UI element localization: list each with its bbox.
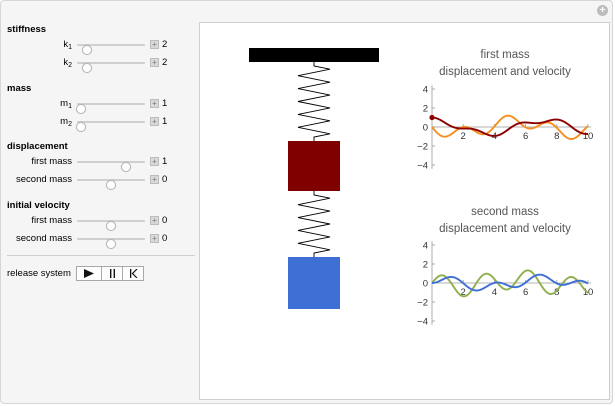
manipulate-panel: + stiffness k1 + 2 k2 + 2 mass m1 + 1 m2… [0, 0, 613, 404]
plot2-title-line1: second mass [471, 206, 539, 218]
velocity-first-control: first mass + 0 [1, 214, 199, 231]
spring-2 [297, 191, 331, 257]
y-tick-label: −4 [417, 317, 428, 328]
m1-value: 1 [162, 98, 168, 109]
k1-value: 2 [162, 39, 168, 50]
plot2-title-line2: displacement and velocity [439, 223, 571, 235]
mass-title: mass [7, 83, 32, 94]
k2-label: k2 [63, 57, 72, 69]
y-tick-label: 4 [423, 241, 428, 252]
velocity-first-expand-icon[interactable]: + [150, 216, 159, 225]
y-tick-label: −2 [417, 298, 428, 309]
velocity-second-slider-thumb[interactable] [106, 239, 116, 249]
displacement-first-expand-icon[interactable]: + [150, 157, 159, 166]
m2-slider[interactable] [76, 121, 145, 132]
first-mass-block [288, 141, 340, 191]
velocity-second-value: 0 [162, 233, 168, 244]
m1-expand-icon[interactable]: + [150, 99, 159, 108]
m2-control: m2 + 1 [1, 115, 199, 132]
divider [7, 255, 195, 256]
velocity-first-slider-thumb[interactable] [106, 221, 116, 231]
m2-slider-thumb[interactable] [76, 122, 87, 132]
x-tick-label: 2 [461, 131, 466, 142]
velocity-first-value: 0 [162, 215, 168, 226]
displacement-second-value: 0 [162, 174, 168, 185]
k1-label: k1 [63, 39, 72, 51]
velocity-first-slider[interactable] [77, 220, 145, 231]
m1-slider[interactable] [76, 103, 145, 114]
displacement-second-slider[interactable] [77, 179, 145, 190]
controls-panel: stiffness k1 + 2 k2 + 2 mass m1 + 1 m2 +… [1, 1, 199, 405]
second-mass-block [288, 257, 340, 309]
expand-icon[interactable]: + [597, 5, 608, 16]
scene-svg: first mass displacement and velocity 4 2 0… [249, 48, 593, 328]
m1-slider-thumb[interactable] [76, 104, 87, 114]
displacement-title: displacement [7, 141, 68, 152]
y-tick-label: 0 [423, 279, 428, 290]
y-tick-label: 2 [423, 104, 428, 115]
x-tick-label: 6 [523, 131, 528, 142]
displacement-second-control: second mass + 0 [1, 173, 199, 190]
spring-1 [297, 62, 331, 141]
k2-control: k2 + 2 [1, 56, 199, 73]
plot1-title-line2: displacement and velocity [439, 66, 571, 78]
velocity-first-label: first mass [31, 215, 72, 226]
displacement-second-slider-thumb[interactable] [106, 180, 116, 190]
plot1: 420−2−42 4 6 8 10 [417, 85, 593, 172]
y-tick-label: 4 [423, 85, 428, 96]
m2-label: m2 [60, 116, 72, 128]
initial-velocity-title: initial velocity [7, 200, 70, 211]
displacement-first-value: 1 [162, 156, 168, 167]
play-icon [84, 269, 94, 278]
velocity-second-control: second mass + 0 [1, 232, 199, 249]
y-tick-label: −2 [417, 142, 428, 153]
stiffness-title: stiffness [7, 24, 47, 35]
x-tick-label: 6 [523, 287, 528, 298]
plot1-title-line1: first mass [480, 49, 529, 61]
step-back-icon [129, 269, 137, 278]
pause-icon [109, 269, 115, 278]
x-tick-label: 10 [583, 131, 594, 142]
velocity-second-label: second mass [16, 233, 72, 244]
displacement-first-slider[interactable] [77, 161, 145, 172]
k1-expand-icon[interactable]: + [150, 40, 159, 49]
x-tick-label: 8 [554, 131, 559, 142]
output-canvas: first mass displacement and velocity 4 2 0… [199, 22, 610, 400]
ceiling-support [249, 48, 379, 62]
velocity-second-expand-icon[interactable]: + [150, 234, 159, 243]
step-back-button[interactable] [123, 267, 143, 280]
animation-controls [76, 266, 144, 281]
plot2: 420−2−42 4 6 8 10 [417, 241, 593, 328]
pause-button[interactable] [102, 267, 123, 280]
m1-control: m1 + 1 [1, 97, 199, 114]
k2-slider[interactable] [77, 62, 145, 73]
k1-slider[interactable] [77, 44, 145, 55]
current-point-marker [429, 114, 435, 121]
m2-value: 1 [162, 116, 168, 127]
play-button[interactable] [77, 267, 102, 280]
displacement-first-slider-thumb[interactable] [120, 162, 131, 172]
k2-value: 2 [162, 57, 168, 68]
velocity-second-slider[interactable] [77, 238, 145, 249]
displacement-second-label: second mass [16, 174, 72, 185]
release-system-label: release system [7, 268, 71, 279]
m1-label: m1 [60, 98, 72, 110]
k2-expand-icon[interactable]: + [150, 58, 159, 67]
y-tick-label: −4 [417, 161, 428, 172]
y-tick-label: 2 [423, 260, 428, 271]
m2-expand-icon[interactable]: + [150, 117, 159, 126]
displacement-first-label: first mass [31, 156, 72, 167]
displacement-first-control: first mass + 1 [1, 155, 199, 172]
k2-slider-thumb[interactable] [81, 63, 92, 73]
k1-control: k1 + 2 [1, 38, 199, 55]
y-tick-label: 0 [423, 123, 428, 134]
x-tick-label: 4 [492, 287, 497, 298]
displacement-second-expand-icon[interactable]: + [150, 175, 159, 184]
k1-slider-thumb[interactable] [81, 45, 92, 55]
